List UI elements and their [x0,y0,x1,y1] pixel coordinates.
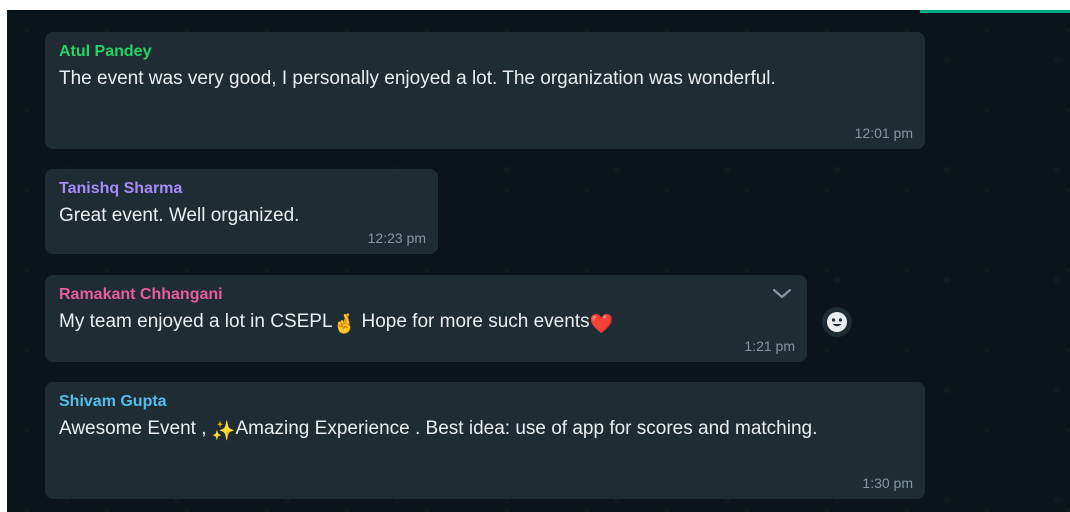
message-text-part: Amazing Experience . Best idea: use of a… [235,418,818,439]
message-timestamp: 12:23 pm [367,230,426,246]
sender-name[interactable]: Shivam Gupta [59,392,911,412]
header-accent-bar [920,10,1070,13]
message-text: Awesome Event , ✨Amazing Experience . Be… [59,416,859,445]
reaction-button[interactable] [822,307,852,337]
sender-name[interactable]: Tanishq Sharma [59,179,424,199]
message-bubble[interactable]: Ramakant Chhangani My team enjoyed a lot… [45,275,807,362]
message-bubble[interactable]: Shivam Gupta Awesome Event , ✨Amazing Ex… [45,382,925,499]
crossed-fingers-emoji: 🤞 [332,314,357,335]
sender-name[interactable]: Ramakant Chhangani [59,285,793,305]
red-heart-emoji: ❤️ [589,314,614,335]
message-text-part: Awesome Event , [59,418,212,439]
message-text-part: Hope for more such events [356,311,590,332]
message-bubble[interactable]: Tanishq Sharma Great event. Well organiz… [45,169,438,254]
message-timestamp: 12:01 pm [854,125,913,141]
message-timestamp: 1:21 pm [744,338,795,354]
message-bubble[interactable]: Atul Pandey The event was very good, I p… [45,32,925,149]
sender-name[interactable]: Atul Pandey [59,42,911,62]
chevron-down-icon[interactable] [771,287,793,301]
message-text: The event was very good, I personally en… [59,68,776,89]
smiley-icon [827,312,847,332]
message-text: Great event. Well organized. [59,205,300,226]
message-text-part: My team enjoyed a lot in CSEPL [59,311,333,332]
message-timestamp: 1:30 pm [862,475,913,491]
chat-area: Atul Pandey The event was very good, I p… [7,10,1070,512]
sparkles-emoji: ✨ [211,421,236,442]
message-text: My team enjoyed a lot in CSEPL🤞 Hope for… [59,309,793,338]
